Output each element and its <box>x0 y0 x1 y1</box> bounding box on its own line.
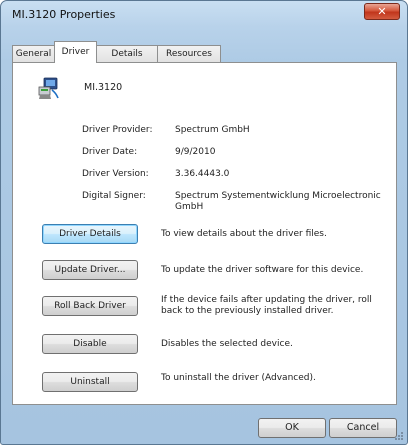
driver-version-value: 3.36.4443.0 <box>175 169 230 179</box>
tab-details[interactable]: Details <box>96 45 158 63</box>
disable-description: Disables the selected device. <box>161 339 293 349</box>
cancel-button[interactable]: Cancel <box>329 418 397 438</box>
driver-date-label: Driver Date: <box>82 147 138 157</box>
title-bar[interactable]: MI.3120 Properties ✕ <box>1 1 407 29</box>
driver-version-label: Driver Version: <box>82 169 149 179</box>
ok-button[interactable]: OK <box>258 418 326 438</box>
properties-window: MI.3120 Properties ✕ General Driver Deta… <box>0 0 408 445</box>
tab-driver[interactable]: Driver <box>54 41 97 63</box>
tab-general[interactable]: General <box>12 45 55 63</box>
uninstall-button[interactable]: Uninstall <box>42 372 138 392</box>
digital-signer-value: Spectrum Systementwicklung Microelectron… <box>175 191 381 212</box>
close-button[interactable]: ✕ <box>364 3 400 20</box>
resize-grip-icon[interactable] <box>394 431 404 441</box>
roll-back-driver-description: If the device fails after updating the d… <box>161 295 372 316</box>
digital-signer-label: Digital Signer: <box>82 191 146 201</box>
driver-date-value: 9/9/2010 <box>175 147 216 157</box>
disable-button[interactable]: Disable <box>42 334 138 354</box>
tab-resources[interactable]: Resources <box>157 45 221 63</box>
driver-provider-label: Driver Provider: <box>82 125 153 135</box>
driver-details-button[interactable]: Driver Details <box>42 224 138 244</box>
uninstall-description: To uninstall the driver (Advanced). <box>161 373 316 383</box>
driver-provider-value: Spectrum GmbH <box>175 125 250 135</box>
roll-back-driver-button[interactable]: Roll Back Driver <box>42 296 138 316</box>
network-adapter-icon <box>37 76 61 100</box>
update-driver-button[interactable]: Update Driver... <box>42 260 138 280</box>
device-name: MI.3120 <box>84 82 123 93</box>
update-driver-description: To update the driver software for this d… <box>161 265 364 275</box>
window-title: MI.3120 Properties <box>12 8 116 21</box>
driver-details-description: To view details about the driver files. <box>161 229 327 239</box>
